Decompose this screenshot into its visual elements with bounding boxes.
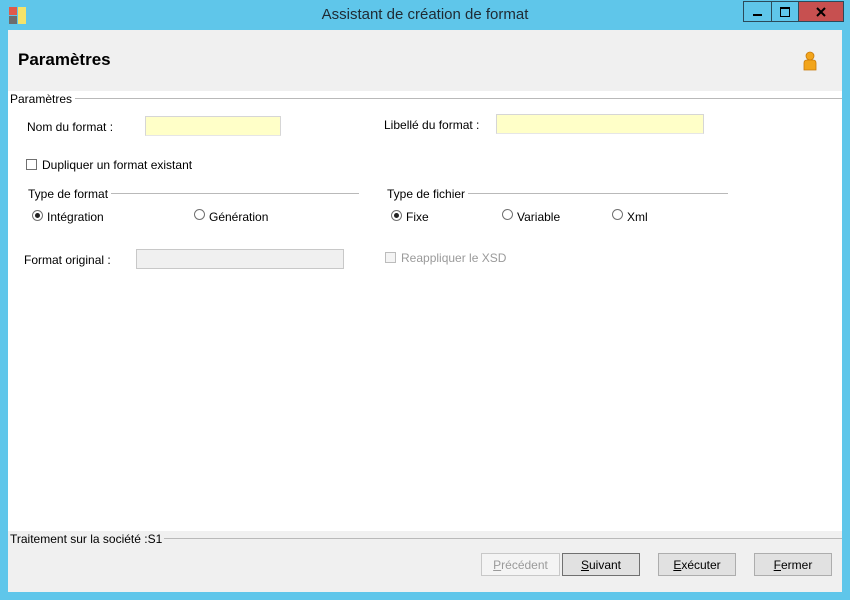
format-original-input[interactable] xyxy=(136,249,344,269)
status-line xyxy=(148,538,842,539)
maximize-icon xyxy=(780,6,790,17)
xml-label: Xml xyxy=(627,210,648,224)
dupliquer-checkbox[interactable] xyxy=(26,159,37,170)
person-icon xyxy=(802,51,818,71)
radio-selected-dot xyxy=(35,213,40,218)
window-title: Assistant de création de format xyxy=(321,6,529,23)
radio-generation[interactable] xyxy=(194,209,205,220)
generation-label: Génération xyxy=(209,210,269,224)
suivant-button[interactable]: Suivant xyxy=(562,553,640,576)
radio-integration[interactable] xyxy=(32,210,43,221)
reappliquer-xsd-checkbox[interactable] xyxy=(385,252,396,263)
libelle-format-label: Libellé du format : xyxy=(384,118,480,132)
status-text: Traitement sur la société :S1 xyxy=(10,532,165,546)
params-group-label: Paramètres xyxy=(10,92,76,106)
dupliquer-label: Dupliquer un format existant xyxy=(42,158,193,172)
page-header: Paramètres xyxy=(8,30,842,91)
suivant-label: uivant xyxy=(588,557,622,572)
executer-mnemonic: E xyxy=(673,557,682,572)
integration-label: Intégration xyxy=(47,210,104,224)
precedent-mnemonic: P xyxy=(493,557,502,572)
radio-xml[interactable] xyxy=(612,209,623,220)
radio-variable[interactable] xyxy=(502,209,513,220)
libelle-format-input[interactable] xyxy=(496,114,704,134)
type-fichier-label: Type de fichier xyxy=(387,187,469,201)
nom-format-input[interactable] xyxy=(145,116,281,136)
maximize-button[interactable] xyxy=(771,1,799,22)
variable-label: Variable xyxy=(517,210,561,224)
footer: Traitement sur la société :S1 Précédent … xyxy=(8,531,842,592)
suivant-mnemonic: S xyxy=(580,557,589,572)
minimize-icon xyxy=(753,13,762,16)
precedent-label: récédent xyxy=(501,557,548,572)
format-original-label: Format original : xyxy=(24,253,111,267)
fermer-mnemonic: F xyxy=(773,557,781,572)
fixe-label: Fixe xyxy=(406,210,429,224)
dialog-body: Paramètres Paramètres Nom du format : Li… xyxy=(8,30,842,592)
executer-button[interactable]: Exécuter xyxy=(658,553,736,576)
nom-format-label: Nom du format : xyxy=(27,120,114,134)
precedent-button[interactable]: Précédent xyxy=(481,553,560,576)
type-fichier-line xyxy=(468,193,728,194)
type-format-line xyxy=(108,193,359,194)
page-title: Paramètres xyxy=(18,50,111,69)
params-group-line xyxy=(72,98,842,99)
close-window-button[interactable] xyxy=(798,1,844,22)
minimize-button[interactable] xyxy=(743,1,772,22)
radio-selected-dot xyxy=(394,213,399,218)
executer-label: xécuter xyxy=(681,557,721,572)
close-icon xyxy=(816,6,826,17)
type-format-label: Type de format xyxy=(28,187,112,201)
title-bar: Assistant de création de format xyxy=(0,0,850,30)
fermer-button[interactable]: Fermer xyxy=(754,553,832,576)
radio-fixe[interactable] xyxy=(391,210,402,221)
reappliquer-xsd-label: Reappliquer le XSD xyxy=(401,251,507,265)
fermer-label: ermer xyxy=(781,557,813,572)
